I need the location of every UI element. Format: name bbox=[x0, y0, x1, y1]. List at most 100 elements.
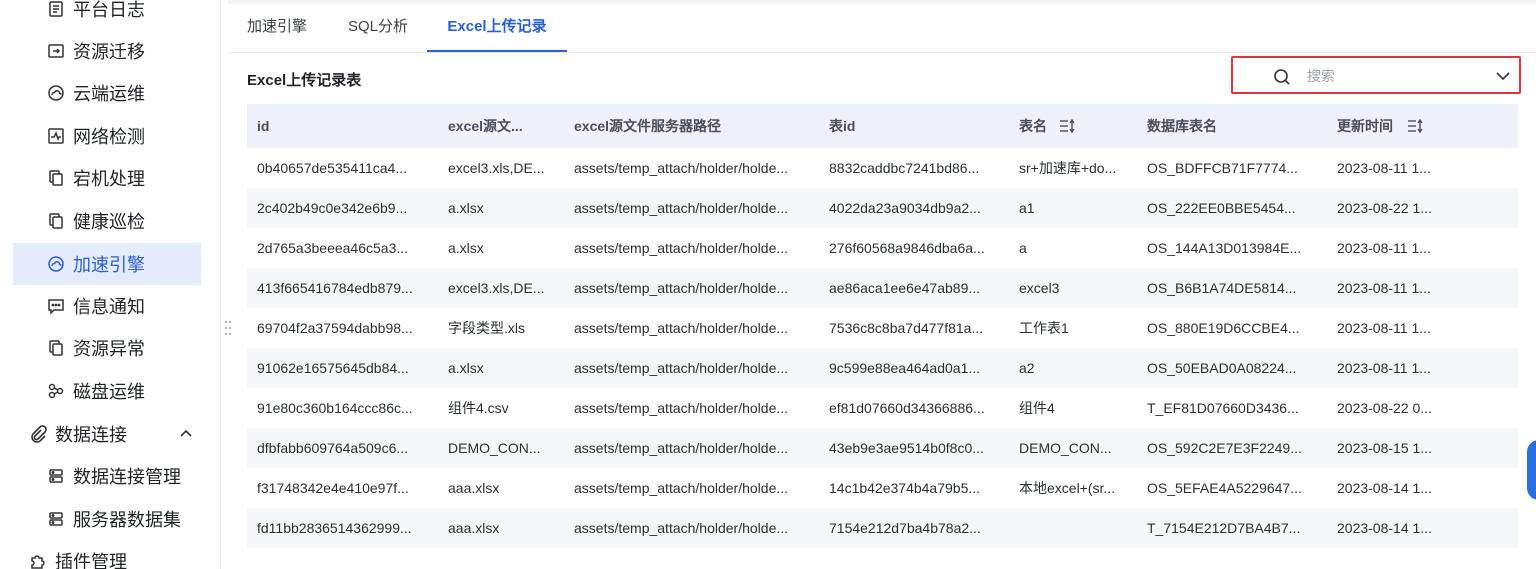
search-select[interactable] bbox=[1231, 56, 1521, 94]
cell-table-name: excel3 bbox=[1019, 280, 1060, 296]
cell-table-name: 组件4 bbox=[1019, 400, 1055, 416]
cell-id: dfbfabb609764a509c6... bbox=[257, 440, 409, 456]
sidebar-item-health-check[interactable]: 健康巡检 bbox=[13, 200, 201, 242]
sidebar-item-label: 加速引擎 bbox=[73, 255, 145, 275]
cell-update-time: 2023-08-11 1... bbox=[1337, 280, 1431, 296]
sidebar-item-label: 宕机处理 bbox=[73, 169, 145, 189]
cell-server-path: assets/temp_attach/holder/holde... bbox=[574, 520, 789, 536]
sidebar-item-platform-log[interactable]: 平台日志 bbox=[13, 0, 201, 30]
cell-id: 91e80c360b164ccc86c... bbox=[257, 400, 413, 416]
sort-icon[interactable] bbox=[1059, 118, 1075, 134]
cell-excel-source: 组件4.csv bbox=[448, 400, 509, 416]
column-header-server-path[interactable]: excel源文件服务器路径 bbox=[574, 104, 814, 148]
cell-db-table-name: OS_144A13D013984E... bbox=[1147, 240, 1302, 256]
cell-db-table-name: OS_880E19D6CCBE4... bbox=[1147, 320, 1300, 336]
column-header-id[interactable]: id bbox=[257, 104, 437, 148]
sidebar-item-label: 资源异常 bbox=[73, 339, 145, 359]
sidebar-item-label: 资源迁移 bbox=[73, 42, 145, 62]
sidebar-item-notifications[interactable]: 信息通知 bbox=[13, 285, 201, 327]
table-row[interactable]: 0b40657de535411ca4... excel3.xls,DE... ass… bbox=[247, 148, 1518, 188]
cell-table-id: 7536c8c8ba7d477f81a... bbox=[829, 320, 984, 336]
chevron-up-icon[interactable] bbox=[179, 427, 193, 441]
cell-id: 2c402b49c0e342e6b9... bbox=[257, 200, 408, 216]
cell-table-id: 4022da23a9034db9a2... bbox=[829, 200, 981, 216]
sidebar-item-resource-anomaly[interactable]: 资源异常 bbox=[13, 327, 201, 369]
tab-excel-upload-records[interactable]: Excel上传记录 bbox=[427, 4, 567, 52]
cell-id: 413f665416784edb879... bbox=[257, 280, 413, 296]
sidebar-item-label: 信息通知 bbox=[73, 297, 145, 317]
cell-server-path: assets/temp_attach/holder/holde... bbox=[574, 360, 789, 376]
table-row[interactable]: 69704f2a37594dabb98... 字段类型.xls assets/tem… bbox=[247, 308, 1518, 348]
copy-icon bbox=[47, 339, 65, 357]
search-icon bbox=[1274, 69, 1290, 85]
cell-db-table-name: OS_50EBAD0A08224... bbox=[1147, 360, 1297, 376]
sidebar-group-plugin-mgmt[interactable]: 插件管理 bbox=[13, 540, 201, 569]
cell-table-id: ae86aca1ee6e47ab89... bbox=[829, 280, 981, 296]
tab-accel-engine[interactable]: 加速引擎 bbox=[247, 4, 307, 52]
column-header-db-table-name[interactable]: 数据库表名 bbox=[1147, 104, 1327, 148]
tab-sql-analysis[interactable]: SQL分析 bbox=[347, 4, 409, 52]
cell-db-table-name: OS_222EE0BBE5454... bbox=[1147, 200, 1296, 216]
cell-excel-source: 字段类型.xls bbox=[448, 320, 525, 336]
log-icon bbox=[47, 0, 65, 18]
sidebar-item-accel-engine[interactable]: 加速引擎 bbox=[13, 243, 201, 285]
network-check-icon bbox=[47, 127, 65, 145]
cell-server-path: assets/temp_attach/holder/holde... bbox=[574, 480, 789, 496]
section-title: Excel上传记录表 bbox=[247, 72, 362, 89]
sidebar-item-downtime[interactable]: 宕机处理 bbox=[13, 157, 201, 199]
chevron-down-icon[interactable] bbox=[1495, 69, 1511, 83]
table-row[interactable]: f31748342e4e410e97f... aaa.xlsx assets/tem… bbox=[247, 468, 1518, 508]
column-header-update-time[interactable]: 更新时间 bbox=[1337, 104, 1507, 148]
floating-assistant-button[interactable] bbox=[1527, 440, 1536, 500]
search-input[interactable] bbox=[1305, 64, 1479, 88]
table-row[interactable]: fd11bb2836514362999... aaa.xlsx assets/tem… bbox=[247, 508, 1518, 548]
cell-table-name: 工作表1 bbox=[1019, 320, 1069, 336]
sidebar: 平台日志 资源迁移 云端运维 网络检测 宕机处理 健康巡检 加速引擎 信息通知 … bbox=[0, 0, 221, 569]
sidebar-group-data-connection[interactable]: 数据连接 bbox=[13, 413, 201, 455]
sidebar-item-label: 健康巡检 bbox=[73, 212, 145, 232]
column-header-table-id[interactable]: 表id bbox=[829, 104, 1009, 148]
sidebar-item-cloud-ops[interactable]: 云端运维 bbox=[13, 72, 201, 114]
sort-icon[interactable] bbox=[1407, 118, 1423, 134]
cell-update-time: 2023-08-11 1... bbox=[1337, 360, 1431, 376]
cell-table-id: 14c1b42e374b4a79b5... bbox=[829, 480, 981, 496]
excel-upload-table: id excel源文... excel源文件服务器路径 表id 表名 数据库表名… bbox=[247, 104, 1518, 548]
cell-table-id: 43eb9e3ae9514b0f8c0... bbox=[829, 440, 984, 456]
cell-server-path: assets/temp_attach/holder/holde... bbox=[574, 440, 789, 456]
cell-db-table-name: OS_B6B1A74DE5814... bbox=[1147, 280, 1297, 296]
sidebar-item-label: 磁盘运维 bbox=[73, 382, 145, 402]
migrate-icon bbox=[47, 42, 65, 60]
sidebar-item-resource-migration[interactable]: 资源迁移 bbox=[13, 30, 201, 72]
cell-id: fd11bb2836514362999... bbox=[257, 520, 412, 536]
column-header-excel-source[interactable]: excel源文... bbox=[448, 104, 568, 148]
sidebar-item-server-dataset[interactable]: 服务器数据集 bbox=[13, 498, 201, 540]
sidebar-item-network-check[interactable]: 网络检测 bbox=[13, 115, 201, 157]
copy-icon bbox=[47, 169, 65, 187]
cell-excel-source: aaa.xlsx bbox=[448, 520, 500, 536]
message-icon bbox=[47, 297, 65, 315]
cell-id: 91062e16575645db84... bbox=[257, 360, 409, 376]
table-row[interactable]: 91062e16575645db84... a.xlsx assets/temp_a… bbox=[247, 348, 1518, 388]
table-row[interactable]: 91e80c360b164ccc86c... 组件4.csv assets/temp… bbox=[247, 388, 1518, 428]
table-row[interactable]: 2c402b49c0e342e6b9... a.xlsx assets/temp_a… bbox=[247, 188, 1518, 228]
tab-bar: 加速引擎 SQL分析 Excel上传记录 bbox=[228, 4, 1536, 53]
table-row[interactable]: dfbfabb609764a509c6... DEMO_CON... assets/… bbox=[247, 428, 1518, 468]
cell-update-time: 2023-08-11 1... bbox=[1337, 320, 1431, 336]
column-header-table-name[interactable]: 表名 bbox=[1019, 104, 1139, 148]
cell-update-time: 2023-08-22 1... bbox=[1337, 200, 1432, 216]
cell-excel-source: aaa.xlsx bbox=[448, 480, 500, 496]
cell-excel-source: a.xlsx bbox=[448, 360, 484, 376]
cloud-icon bbox=[47, 255, 65, 273]
cell-server-path: assets/temp_attach/holder/holde... bbox=[574, 200, 789, 216]
share-icon bbox=[47, 382, 65, 400]
copy-icon bbox=[47, 212, 65, 230]
server-icon bbox=[47, 467, 65, 485]
table-row[interactable]: 2d765a3beeea46c5a3... a.xlsx assets/temp_a… bbox=[247, 228, 1518, 268]
cell-server-path: assets/temp_attach/holder/holde... bbox=[574, 240, 789, 256]
cell-table-name: a1 bbox=[1019, 200, 1035, 216]
sidebar-item-connection-mgmt[interactable]: 数据连接管理 bbox=[13, 455, 201, 497]
sidebar-item-disk-ops[interactable]: 磁盘运维 bbox=[13, 370, 201, 412]
table-row[interactable]: 413f665416784edb879... excel3.xls,DE... as… bbox=[247, 268, 1518, 308]
cell-id: 69704f2a37594dabb98... bbox=[257, 320, 413, 336]
cell-excel-source: excel3.xls,DE... bbox=[448, 160, 545, 176]
